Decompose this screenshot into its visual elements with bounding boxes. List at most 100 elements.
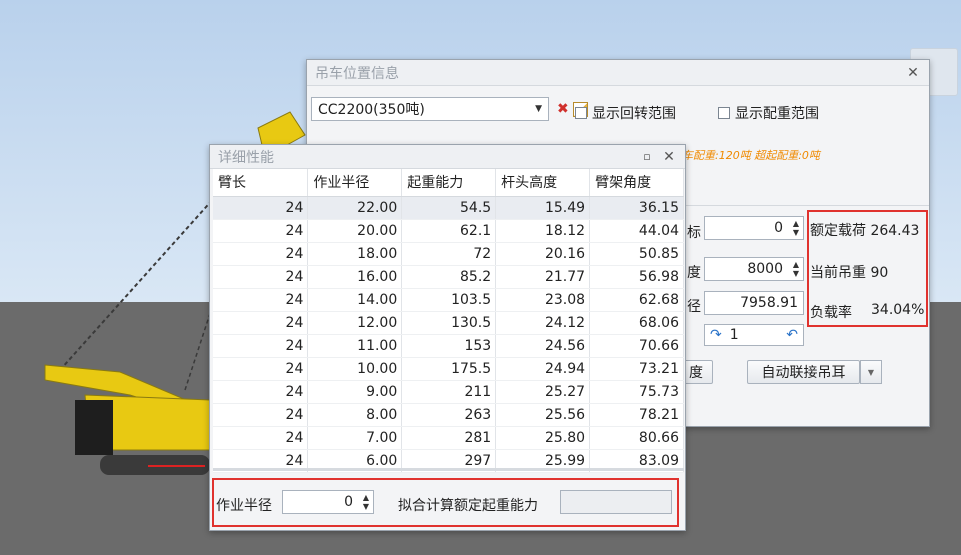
show-rotation-label: 显示回转范围 xyxy=(592,106,676,122)
pos-title: 吊车位置信息 xyxy=(315,65,399,82)
fit-label: 拟合计算额定起重能力 xyxy=(398,498,538,514)
close-icon[interactable]: ✕ xyxy=(661,149,677,165)
table-cell: 75.73 xyxy=(589,380,684,404)
table-cell: 175.5 xyxy=(401,357,497,381)
stepper-arrows-icon[interactable]: ▲ ▼ xyxy=(793,260,799,278)
table-cell: 62.68 xyxy=(589,288,684,312)
delete-icon[interactable]: ✖ xyxy=(557,101,569,117)
table-cell: 130.5 xyxy=(401,311,497,335)
crane-select-value: CC2200(350吨) xyxy=(318,102,425,118)
table-row[interactable]: 24 16.00 85.2 21.77 56.98 xyxy=(213,265,684,289)
table-row[interactable]: 24 9.00 211 25.27 75.73 xyxy=(213,380,684,404)
table-row[interactable]: 24 20.00 62.1 18.12 44.04 xyxy=(213,219,684,243)
table-cell: 24.12 xyxy=(495,311,591,335)
height-stepper[interactable]: 8000 ▲ ▼ xyxy=(704,257,804,281)
performance-table: 臂长 作业半径 起重能力 杆头高度 臂架角度 24 22.00 54.5 15.49 3… xyxy=(213,169,684,473)
table-cell: 16.00 xyxy=(307,265,403,289)
table-cell: 103.5 xyxy=(401,288,497,312)
checkbox-box xyxy=(718,107,730,119)
rotation-value: 1 xyxy=(729,327,739,343)
table-cell: 263 xyxy=(401,403,497,427)
rated-load: 额定载荷 264.43 xyxy=(810,223,920,239)
stepper-arrows-icon[interactable]: ▲ ▼ xyxy=(363,493,369,511)
coord-value: 0 xyxy=(774,220,783,236)
load-rate-label: 负载率 xyxy=(810,305,852,321)
table-cell: 44.04 xyxy=(589,219,684,243)
chevron-down-icon: ▼ xyxy=(535,104,542,114)
table-cell: 24 xyxy=(213,288,309,312)
table-cell: 153 xyxy=(401,334,497,358)
table-row[interactable]: 24 11.00 153 24.56 70.66 xyxy=(213,334,684,358)
counterweight-info: 车配重:120吨 超起配重:0吨 xyxy=(682,149,820,162)
rotate-cw-icon[interactable]: ↷ xyxy=(710,327,722,343)
table-cell: 9.00 xyxy=(307,380,403,404)
table-row[interactable]: 24 10.00 175.5 24.94 73.21 xyxy=(213,357,684,381)
work-radius-stepper[interactable]: 0 ▲ ▼ xyxy=(282,490,374,514)
table-cell: 54.5 xyxy=(401,196,497,220)
column-header[interactable]: 杆头高度 xyxy=(495,169,591,197)
show-rotation-checkbox[interactable]: 显示回转范围 xyxy=(575,103,676,123)
det-title: 详细性能 xyxy=(218,149,274,166)
table-cell: 211 xyxy=(401,380,497,404)
table-cell: 10.00 xyxy=(307,357,403,381)
table-cell: 62.1 xyxy=(401,219,497,243)
fit-result-field xyxy=(560,490,672,514)
table-row[interactable]: 24 18.00 72 20.16 50.85 xyxy=(213,242,684,266)
table-row[interactable]: 24 12.00 130.5 24.12 68.06 xyxy=(213,311,684,335)
radius-value: 7958.91 xyxy=(740,295,798,311)
table-cell: 14.00 xyxy=(307,288,403,312)
table-cell: 20.16 xyxy=(495,242,591,266)
restore-icon[interactable]: ▫ xyxy=(639,149,655,165)
radius-input[interactable]: 7958.91 xyxy=(704,291,804,315)
detail-performance-window: 详细性能 ▫ ✕ 臂长 作业半径 起重能力 杆头高度 臂架角度 24 22.00 5… xyxy=(209,144,686,531)
table-cell: 72 xyxy=(401,242,497,266)
height-value: 8000 xyxy=(747,261,783,277)
table-cell: 24 xyxy=(213,311,309,335)
stepper-arrows-icon[interactable]: ▲ ▼ xyxy=(793,219,799,237)
table-cell: 25.56 xyxy=(495,403,591,427)
table-cell: 25.80 xyxy=(495,426,591,450)
table-cell: 25.27 xyxy=(495,380,591,404)
current-weight: 当前吊重 90 xyxy=(810,265,889,281)
horizontal-scrollbar[interactable] xyxy=(213,468,684,471)
column-header[interactable]: 臂长 xyxy=(213,169,309,197)
chevron-down-icon[interactable]: ▼ xyxy=(860,360,882,384)
table-cell: 24.56 xyxy=(495,334,591,358)
column-header[interactable]: 臂架角度 xyxy=(589,169,684,197)
table-cell: 68.06 xyxy=(589,311,684,335)
table-header-row: 臂长 作业半径 起重能力 杆头高度 臂架角度 xyxy=(213,169,684,197)
table-cell: 21.77 xyxy=(495,265,591,289)
rotate-ccw-icon[interactable]: ↶ xyxy=(786,327,798,343)
close-icon[interactable]: ✕ xyxy=(905,65,921,81)
crane-select[interactable]: CC2200(350吨) ▼ xyxy=(311,97,549,121)
table-row[interactable]: 24 8.00 263 25.56 78.21 xyxy=(213,403,684,427)
table-cell: 281 xyxy=(401,426,497,450)
table-cell: 24 xyxy=(213,426,309,450)
column-header[interactable]: 起重能力 xyxy=(401,169,497,197)
coord-stepper[interactable]: 0 ▲ ▼ xyxy=(704,216,804,240)
table-row[interactable]: 24 22.00 54.5 15.49 36.15 xyxy=(213,196,684,220)
table-cell: 22.00 xyxy=(307,196,403,220)
column-header[interactable]: 作业半径 xyxy=(307,169,403,197)
table-cell: 12.00 xyxy=(307,311,403,335)
table-cell: 8.00 xyxy=(307,403,403,427)
table-cell: 7.00 xyxy=(307,426,403,450)
show-counterweight-checkbox[interactable]: 显示配重范围 xyxy=(718,103,819,123)
show-counterweight-label: 显示配重范围 xyxy=(735,106,819,122)
table-row[interactable]: 24 14.00 103.5 23.08 62.68 xyxy=(213,288,684,312)
table-cell: 11.00 xyxy=(307,334,403,358)
table-cell: 24 xyxy=(213,380,309,404)
table-cell: 24 xyxy=(213,242,309,266)
height-label: 度 xyxy=(687,265,701,281)
checkbox-box xyxy=(575,107,587,119)
table-cell: 20.00 xyxy=(307,219,403,243)
coord-label: 标 xyxy=(687,225,701,241)
load-rate-value: 34.04% xyxy=(871,302,925,318)
table-row[interactable]: 24 7.00 281 25.80 80.66 xyxy=(213,426,684,450)
table-cell: 24 xyxy=(213,196,309,220)
table-cell: 50.85 xyxy=(589,242,684,266)
rotation-input[interactable]: ↷ 1 ↶ xyxy=(704,324,804,346)
auto-link-button[interactable]: 自动联接吊耳 xyxy=(747,360,860,384)
work-radius-value: 0 xyxy=(344,494,353,510)
table-cell: 24 xyxy=(213,403,309,427)
